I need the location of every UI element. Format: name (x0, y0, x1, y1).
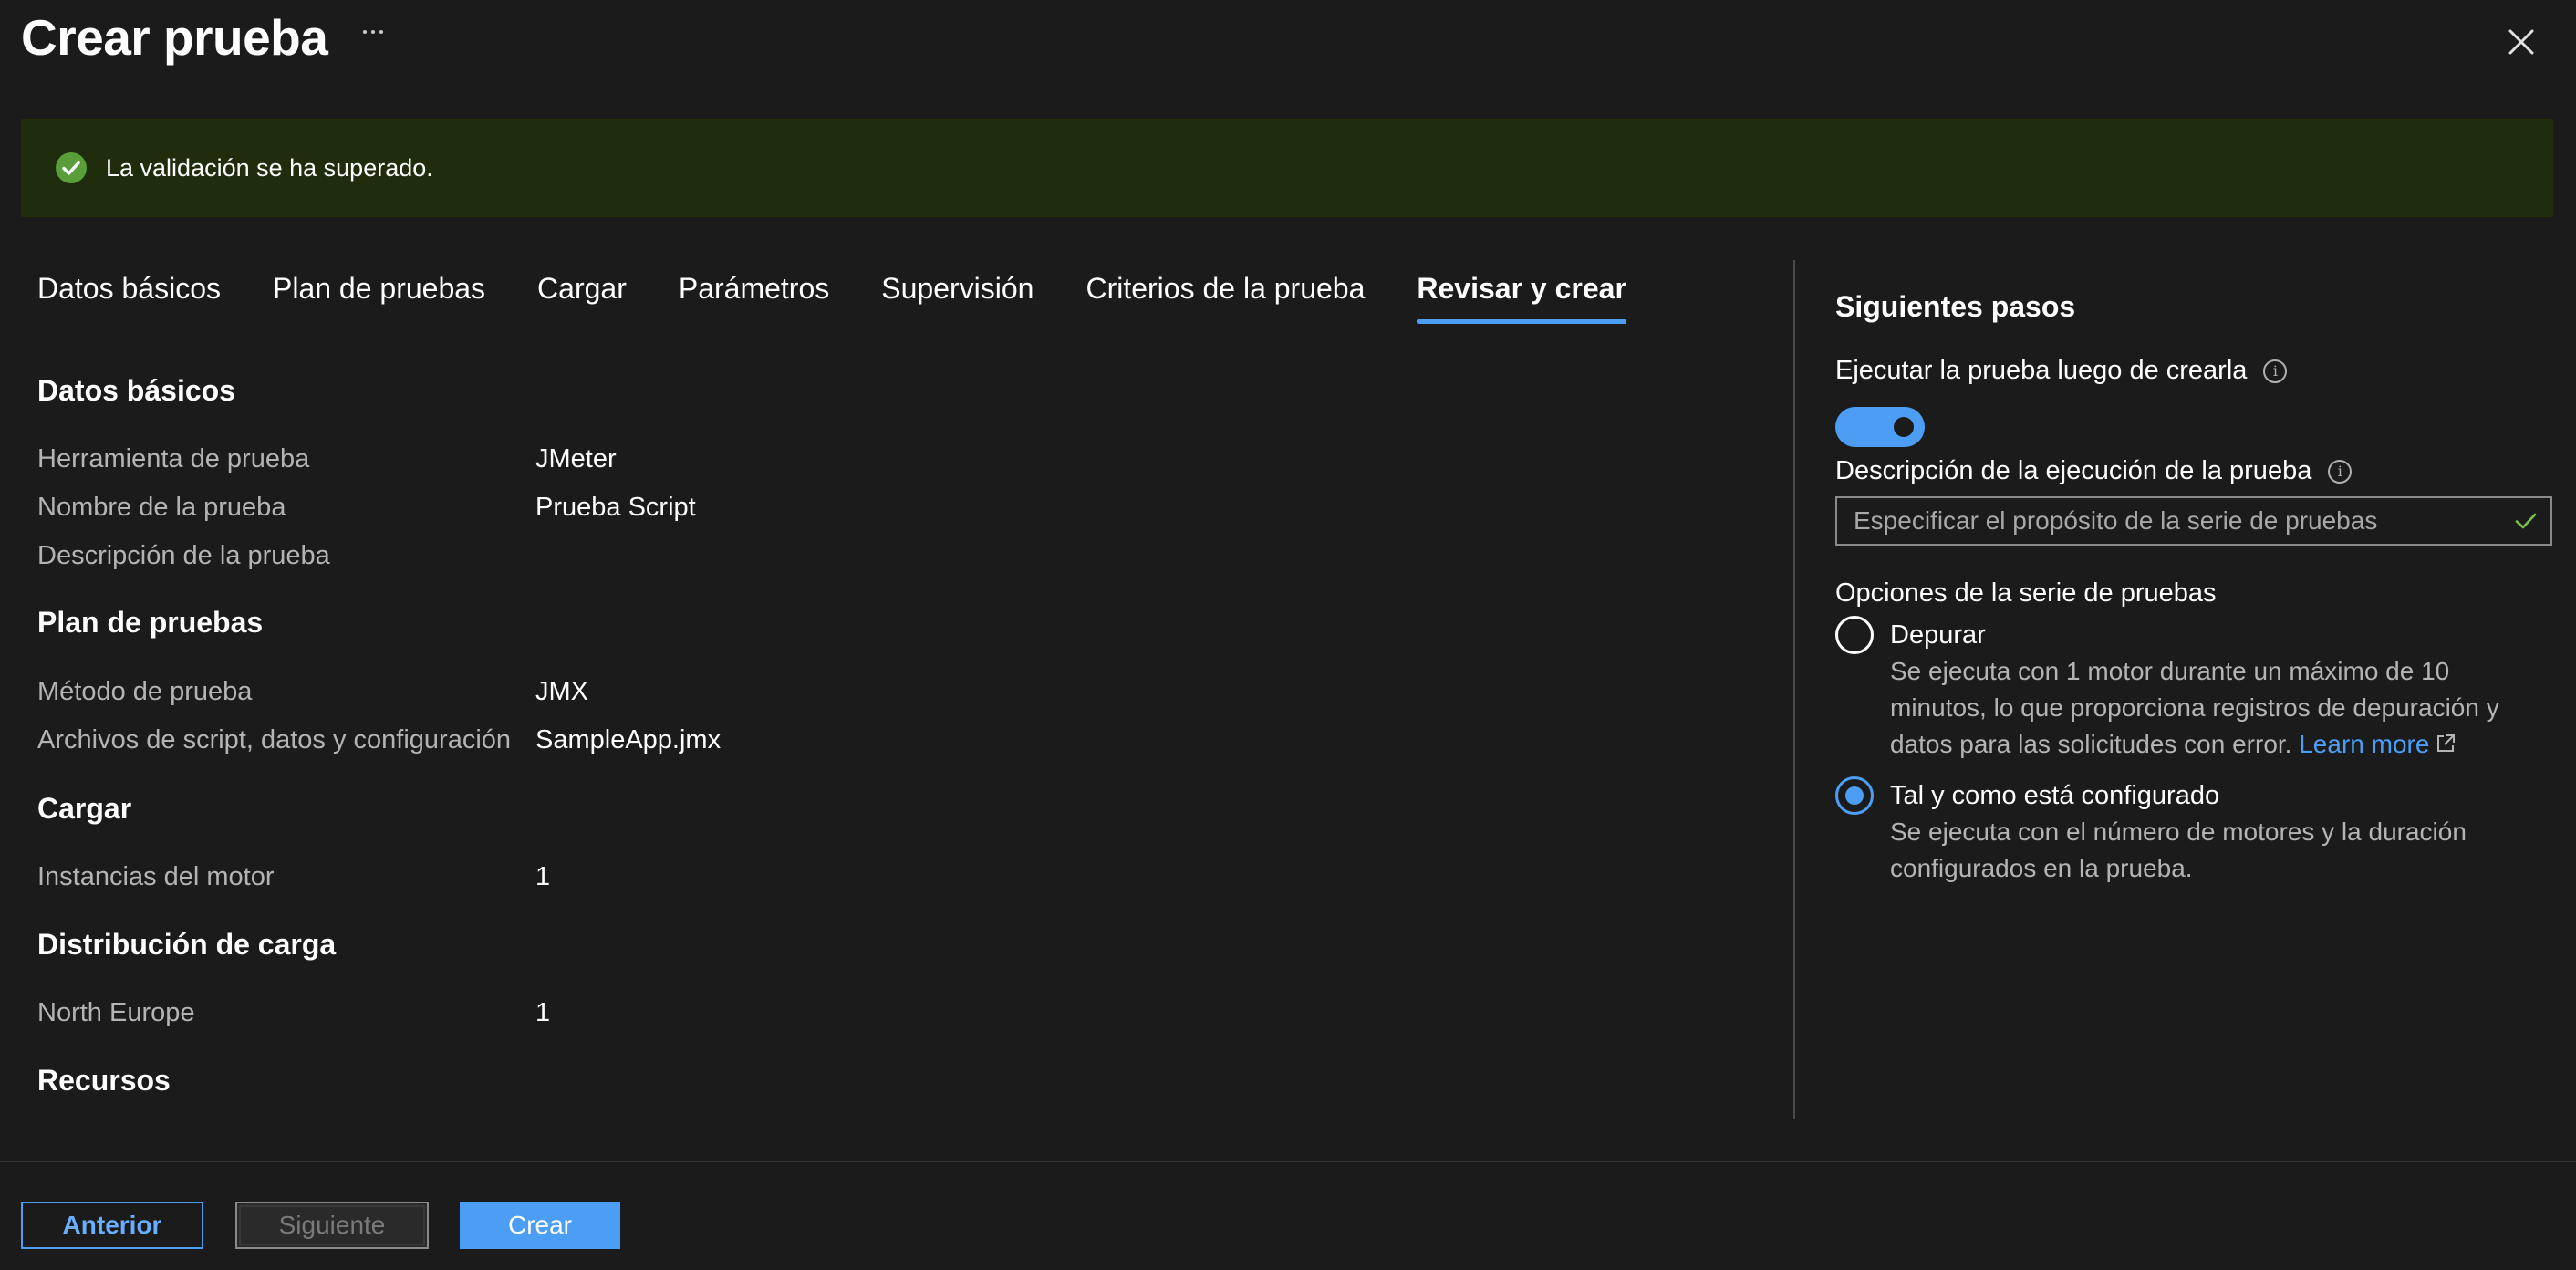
section-heading-load-distribution: Distribución de carga (37, 928, 337, 961)
run-description-label: Descripción de la ejecución de la prueba (1835, 456, 2312, 485)
value-test-method: JMX (535, 677, 588, 706)
section-heading-basics: Datos básicos (37, 374, 235, 407)
info-icon[interactable]: i (2263, 359, 2288, 383)
validation-banner: La validación se ha superado. (21, 119, 2553, 217)
value-test-name: Prueba Script (535, 493, 696, 522)
run-options-label: Opciones de la serie de pruebas (1835, 578, 2217, 608)
next-button[interactable]: Siguiente (235, 1202, 429, 1249)
footer-divider (0, 1161, 2576, 1162)
success-check-icon (55, 151, 88, 184)
label-test-method: Método de prueba (37, 677, 253, 706)
radio-as-configured-label[interactable]: Tal y como está configurado (1890, 781, 2219, 811)
valid-check-icon (2512, 507, 2540, 535)
run-after-create-row: Ejecutar la prueba luego de crearla i (1835, 356, 2288, 386)
label-test-tool: Herramienta de prueba (37, 444, 310, 474)
label-test-name: Nombre de la prueba (37, 493, 286, 522)
value-region: 1 (535, 998, 551, 1027)
label-test-description: Descripción de la prueba (37, 541, 330, 570)
run-description-row: Descripción de la ejecución de la prueba… (1835, 456, 2353, 486)
pane-divider (1793, 260, 1795, 1119)
tab-test-plan[interactable]: Plan de pruebas (273, 272, 485, 324)
label-engine-instances: Instancias del motor (37, 862, 275, 891)
tab-parameters[interactable]: Parámetros (679, 272, 829, 324)
tab-test-criteria[interactable]: Criterios de la prueba (1085, 272, 1365, 324)
radio-debug-description: Se ejecuta con 1 motor durante un máximo… (1890, 653, 2547, 763)
tab-monitoring[interactable]: Supervisión (881, 272, 1034, 324)
more-options-icon[interactable] (358, 16, 389, 47)
external-link-icon[interactable] (2435, 728, 2457, 752)
section-heading-resources: Recursos (37, 1064, 171, 1097)
validation-message: La validación se ha superado. (106, 153, 433, 182)
label-region: North Europe (37, 998, 195, 1027)
page-title: Crear prueba (21, 9, 328, 66)
toggle-knob (1894, 417, 1914, 437)
close-icon[interactable] (2499, 20, 2543, 64)
radio-as-configured[interactable] (1835, 776, 1874, 815)
learn-more-link[interactable]: Learn more (2299, 730, 2429, 758)
run-after-create-label: Ejecutar la prueba luego de crearla (1835, 356, 2248, 385)
next-steps-title: Siguientes pasos (1835, 290, 2076, 323)
info-icon[interactable]: i (2328, 459, 2353, 484)
previous-button[interactable]: Anterior (21, 1202, 203, 1249)
radio-as-configured-description: Se ejecuta con el número de motores y la… (1890, 817, 2467, 882)
tab-review-create[interactable]: Revisar y crear (1417, 272, 1626, 324)
value-script-files: SampleApp.jmx (535, 725, 722, 755)
value-test-tool: JMeter (535, 444, 617, 474)
section-heading-test-plan: Plan de pruebas (37, 606, 264, 639)
tab-bar: Datos básicos Plan de pruebas Cargar Par… (37, 272, 1626, 324)
tab-load[interactable]: Cargar (537, 272, 627, 324)
radio-debug-label[interactable]: Depurar (1890, 620, 1986, 651)
run-description-input[interactable] (1837, 505, 2512, 536)
radio-debug[interactable] (1835, 616, 1874, 654)
run-description-field (1835, 496, 2552, 546)
tab-basics[interactable]: Datos básicos (37, 272, 221, 324)
create-button[interactable]: Crear (460, 1202, 620, 1249)
section-heading-load: Cargar (37, 792, 132, 825)
label-script-files: Archivos de script, datos y configuració… (37, 725, 512, 755)
value-engine-instances: 1 (535, 862, 551, 891)
run-after-create-toggle[interactable] (1835, 407, 1925, 447)
